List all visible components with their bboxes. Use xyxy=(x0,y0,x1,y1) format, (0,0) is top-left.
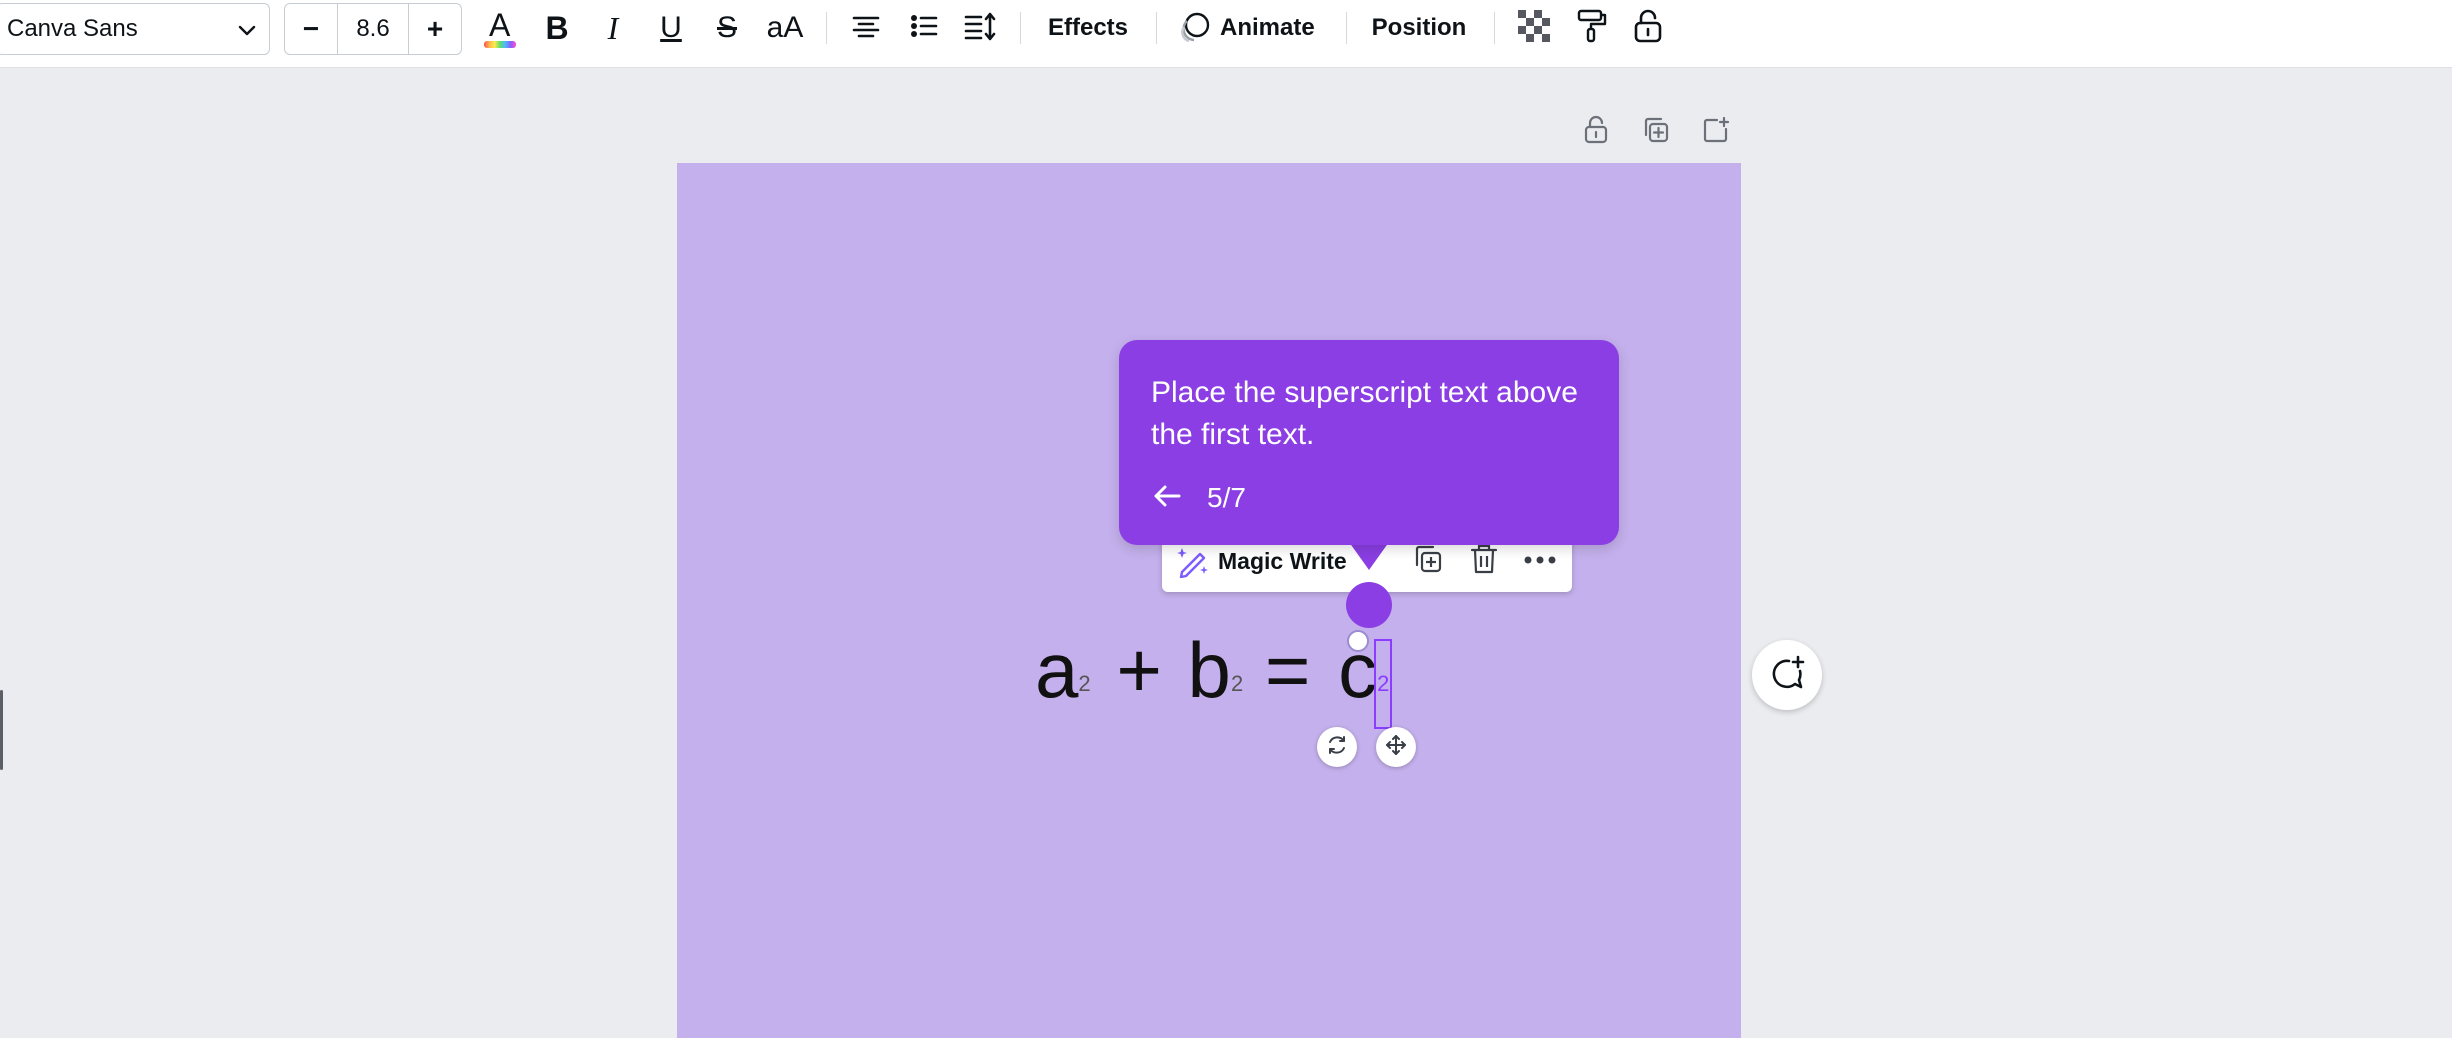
design-page[interactable] xyxy=(677,163,1741,1038)
tooltip-back-button[interactable] xyxy=(1147,478,1187,518)
increase-font-size-button[interactable]: + xyxy=(409,4,461,54)
font-size-stepper: − 8.6 + xyxy=(284,3,462,55)
add-page-icon xyxy=(1701,115,1731,150)
decrease-font-size-button[interactable]: − xyxy=(285,4,337,54)
arrow-left-icon xyxy=(1152,483,1182,514)
equation-c-superscript-selected[interactable]: 2 xyxy=(1374,639,1393,729)
duplicate-page-button[interactable] xyxy=(1636,112,1676,152)
equation-a-superscript: 2 xyxy=(1078,671,1091,696)
onboarding-tooltip: Place the superscript text above the fir… xyxy=(1119,340,1619,545)
rotate-icon xyxy=(1325,733,1349,762)
animate-icon xyxy=(1178,11,1212,45)
page-lock-icon xyxy=(1583,115,1609,150)
equation-b-superscript: 2 xyxy=(1230,671,1244,696)
move-icon xyxy=(1384,733,1408,762)
lock-button[interactable] xyxy=(1628,0,1668,56)
text-color-icon: A xyxy=(482,5,518,51)
toolbar-divider xyxy=(826,12,827,44)
spacing-button[interactable] xyxy=(962,0,998,56)
position-button[interactable]: Position xyxy=(1366,0,1472,56)
chevron-down-icon xyxy=(235,18,259,49)
strikethrough-button[interactable]: S xyxy=(710,0,744,56)
magic-write-icon xyxy=(1176,544,1210,578)
editor-toolbar: Canva Sans − 8.6 + A B I U S aA Effects … xyxy=(0,0,2452,68)
underline-button[interactable]: U xyxy=(654,0,688,56)
animate-button[interactable]: Animate xyxy=(1178,0,1324,56)
text-color-glyph: A xyxy=(489,7,511,43)
line-spacing-icon xyxy=(963,10,997,47)
page-lock-button[interactable] xyxy=(1576,112,1616,152)
resize-handle[interactable] xyxy=(1347,630,1369,652)
toolbar-divider xyxy=(1020,12,1021,44)
move-button[interactable] xyxy=(1376,727,1416,767)
toolbar-divider xyxy=(1494,12,1495,44)
equation-equals: = xyxy=(1264,626,1311,714)
font-size-input[interactable]: 8.6 xyxy=(337,4,409,54)
italic-button[interactable]: I xyxy=(596,0,630,56)
bold-button[interactable]: B xyxy=(540,0,574,56)
trash-icon xyxy=(1469,543,1499,580)
add-comment-icon xyxy=(1767,653,1807,698)
equation-plus: + xyxy=(1116,626,1162,714)
add-comment-button[interactable] xyxy=(1752,640,1822,710)
more-icon xyxy=(1523,552,1557,570)
copy-style-button[interactable] xyxy=(1572,0,1612,56)
animate-label: Animate xyxy=(1220,14,1315,41)
align-button[interactable] xyxy=(848,0,884,56)
tooltip-pointer xyxy=(1349,542,1389,570)
transparency-button[interactable] xyxy=(1514,0,1554,56)
letter-case-button[interactable]: aA xyxy=(762,0,808,56)
align-center-icon xyxy=(850,10,882,47)
equation-text[interactable]: a2 + b2 = c2 xyxy=(1035,626,1393,729)
font-family-label: Canva Sans xyxy=(7,15,138,42)
toolbar-divider xyxy=(1346,12,1347,44)
tooltip-step-counter: 5/7 xyxy=(1207,482,1246,513)
lock-icon xyxy=(1633,8,1663,49)
text-color-button[interactable]: A xyxy=(480,0,520,56)
duplicate-page-icon xyxy=(1641,115,1671,150)
tour-beacon xyxy=(1346,582,1392,628)
effects-button[interactable]: Effects xyxy=(1038,0,1138,56)
paint-roller-icon xyxy=(1576,8,1608,49)
side-panel-edge[interactable] xyxy=(0,690,3,770)
toolbar-divider xyxy=(1156,12,1157,44)
equation-a: a xyxy=(1035,626,1079,714)
duplicate-icon xyxy=(1412,543,1444,580)
magic-write-label: Magic Write xyxy=(1218,547,1347,574)
rotate-button[interactable] xyxy=(1317,727,1357,767)
bullet-list-icon xyxy=(908,10,940,47)
transparency-icon xyxy=(1518,9,1550,47)
list-button[interactable] xyxy=(906,0,942,56)
equation-b: b xyxy=(1187,626,1231,714)
add-page-button[interactable] xyxy=(1696,112,1736,152)
tooltip-message: Place the superscript text above the fir… xyxy=(1151,376,1578,451)
font-family-select[interactable]: Canva Sans xyxy=(0,3,270,55)
